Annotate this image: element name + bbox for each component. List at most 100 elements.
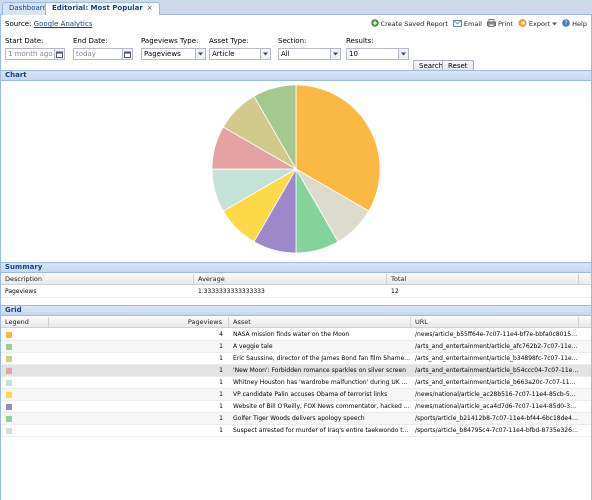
asset-cell: Eric Saussine, director of the James Bon… (233, 355, 411, 362)
asset-cell: Golfer Tiger Woods delivers apology spee… (233, 415, 365, 422)
calendar-icon[interactable] (54, 49, 64, 59)
chevron-down-icon[interactable] (398, 49, 408, 59)
section-value: All (281, 50, 290, 58)
chevron-down-icon (552, 20, 558, 28)
report-panel: Source: Google Analytics Create Saved Re… (0, 15, 592, 500)
tab-bar: Dashboard Editorial: Most Popular × (0, 0, 592, 16)
start-date-placeholder: 1 month ago (8, 50, 53, 58)
email-label: Email (463, 20, 482, 28)
results-label: Results: (346, 37, 374, 45)
end-date-placeholder: today (76, 50, 96, 58)
asset-type-select[interactable]: Article (209, 48, 271, 60)
table-row[interactable]: 1 Eric Saussine, director of the James Bo… (1, 353, 591, 365)
legend-swatch (6, 380, 12, 386)
start-date-input[interactable]: 1 month ago (5, 48, 65, 60)
end-date-input[interactable]: today (73, 48, 133, 60)
tab-label: Dashboard (9, 4, 47, 12)
source-line: Source: Google Analytics (5, 20, 92, 28)
asset-cell: Website of Bill O'Reilly, FOX News comme… (233, 403, 411, 410)
email-icon (452, 19, 462, 29)
source-link[interactable]: Google Analytics (34, 20, 93, 28)
pageviews-cell: 4 (219, 331, 223, 338)
section-select[interactable]: All (278, 48, 341, 60)
table-row[interactable]: 1 Website of Bill O'Reilly, FOX News comm… (1, 401, 591, 413)
grid-col-pageviews[interactable]: Pageviews (49, 317, 229, 328)
pageviews-cell: 1 (219, 427, 223, 434)
table-row[interactable]: 1 A veggie tale/arts_and_entertainment/ar… (1, 341, 591, 353)
pie-chart (211, 84, 381, 254)
close-icon[interactable]: × (147, 4, 153, 12)
pageviews-cell: 1 (219, 403, 223, 410)
export-button[interactable]: Export (518, 19, 558, 29)
legend-swatch (6, 404, 12, 410)
table-row[interactable]: 1 Whitney Houston has 'wardrobe malfuncti… (1, 377, 591, 389)
asset-cell: VP candidate Palin accuses Obama of terr… (233, 391, 388, 398)
legend-swatch (6, 392, 12, 398)
pageviews-type-filter: Pageviews Type: Pageviews (141, 36, 206, 60)
grid-table-header: Legend Pageviews Asset URL (1, 317, 591, 328)
calendar-icon[interactable] (122, 49, 132, 59)
asset-type-value: Article (212, 50, 235, 58)
end-date-filter: End Date: today (73, 36, 133, 60)
tab-editorial-most-popular[interactable]: Editorial: Most Popular × (45, 2, 160, 16)
pageviews-type-label: Pageviews Type: (141, 37, 199, 45)
url-cell: /news/national/article_aca4d7d6-7c07-11e… (415, 403, 579, 410)
summary-col-description[interactable]: Description (1, 274, 194, 285)
asset-cell: A veggie tale (233, 343, 273, 350)
grid-col-asset[interactable]: Asset (229, 317, 411, 328)
url-cell: /news/national/article_ac28b516-7c07-11e… (415, 391, 579, 398)
help-icon: ? (562, 19, 570, 29)
export-icon (518, 19, 527, 29)
source-label: Source: (5, 20, 32, 28)
summary-row[interactable]: Pageviews 1.3333333333333333 12 (1, 286, 591, 298)
chevron-down-icon[interactable] (260, 49, 270, 59)
results-filter: Results: 10 (346, 36, 409, 60)
grid-col-url[interactable]: URL (411, 317, 579, 328)
grid-col-legend[interactable]: Legend (1, 317, 49, 328)
asset-type-filter: Asset Type: Article (209, 36, 271, 60)
table-row[interactable]: 4 NASA mission finds water on the Moon/ne… (1, 329, 591, 341)
table-row[interactable]: 1 VP candidate Palin accuses Obama of ter… (1, 389, 591, 401)
pageviews-cell: 1 (219, 379, 223, 386)
url-cell: /sports/article_b84795c4-7c07-11e4-bfbd-… (415, 427, 579, 434)
create-saved-report-button[interactable]: Create Saved Report (370, 19, 448, 29)
asset-cell: Suspect arrested for murder of Iraq's en… (233, 427, 411, 434)
summary-col-average[interactable]: Average (194, 274, 387, 285)
start-date-filter: Start Date: 1 month ago (5, 36, 65, 60)
summary-section-header[interactable]: Summary (1, 262, 591, 273)
summary-table-header: Description Average Total (1, 274, 591, 285)
legend-swatch (6, 416, 12, 422)
url-cell: /sports/article_b21412b8-7c07-11e4-bf44-… (415, 415, 579, 422)
export-label: Export (528, 20, 551, 28)
results-select[interactable]: 10 (346, 48, 409, 60)
pageviews-cell: 1 (219, 343, 223, 350)
legend-swatch (6, 344, 12, 350)
summary-total: 12 (391, 288, 399, 295)
pageviews-type-select[interactable]: Pageviews (141, 48, 206, 60)
url-cell: /arts_and_entertainment/article_afc762b2… (415, 343, 579, 350)
summary-average: 1.3333333333333333 (198, 288, 265, 295)
summary-description: Pageviews (5, 288, 37, 295)
url-cell: /arts_and_entertainment/article_b54ccc04… (415, 367, 579, 374)
chevron-down-icon[interactable] (330, 49, 340, 59)
table-row[interactable]: 1 Golfer Tiger Woods delivers apology spe… (1, 413, 591, 425)
url-cell: /arts_and_entertainment/article_b34898fc… (415, 355, 579, 362)
summary-col-total[interactable]: Total (387, 274, 579, 285)
pageviews-cell: 1 (219, 355, 223, 362)
email-button[interactable]: Email (452, 19, 482, 29)
start-date-label: Start Date: (5, 37, 44, 45)
chart-area (1, 82, 591, 261)
legend-swatch (6, 368, 12, 374)
grid-section-header[interactable]: Grid (1, 305, 591, 316)
asset-type-label: Asset Type: (209, 37, 249, 45)
create-saved-report-label: Create Saved Report (380, 20, 448, 28)
chart-section-header[interactable]: Chart (1, 70, 591, 81)
legend-swatch (6, 356, 12, 362)
add-icon (370, 19, 379, 29)
table-row[interactable]: 1 'New Moon': Forbidden romance sparkles … (1, 365, 591, 377)
chevron-down-icon[interactable] (195, 49, 205, 59)
help-button[interactable]: ? Help (562, 19, 587, 29)
print-button[interactable]: Print (486, 19, 513, 29)
table-row[interactable]: 1 Suspect arrested for murder of Iraq's e… (1, 425, 591, 437)
help-label: Help (572, 20, 587, 28)
